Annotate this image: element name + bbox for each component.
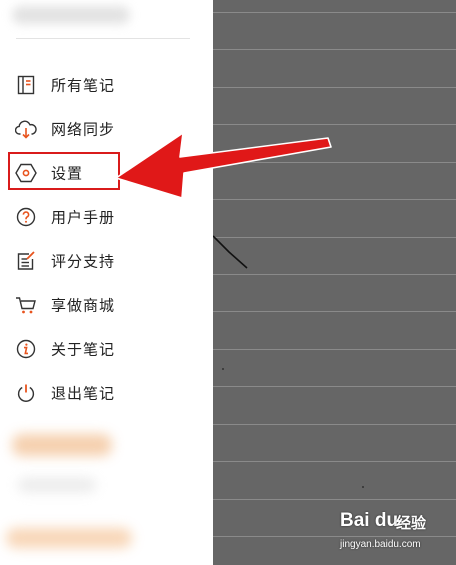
watermark-url: jingyan.baidu.com [340, 539, 421, 550]
watermark-cn: 经验 [396, 514, 427, 532]
baidu-jingyan-watermark: Bai du 经验 jingyan.baidu.com [338, 510, 450, 554]
red-arrow-annotation [115, 132, 332, 199]
watermark-brand: Bai du [340, 510, 399, 531]
